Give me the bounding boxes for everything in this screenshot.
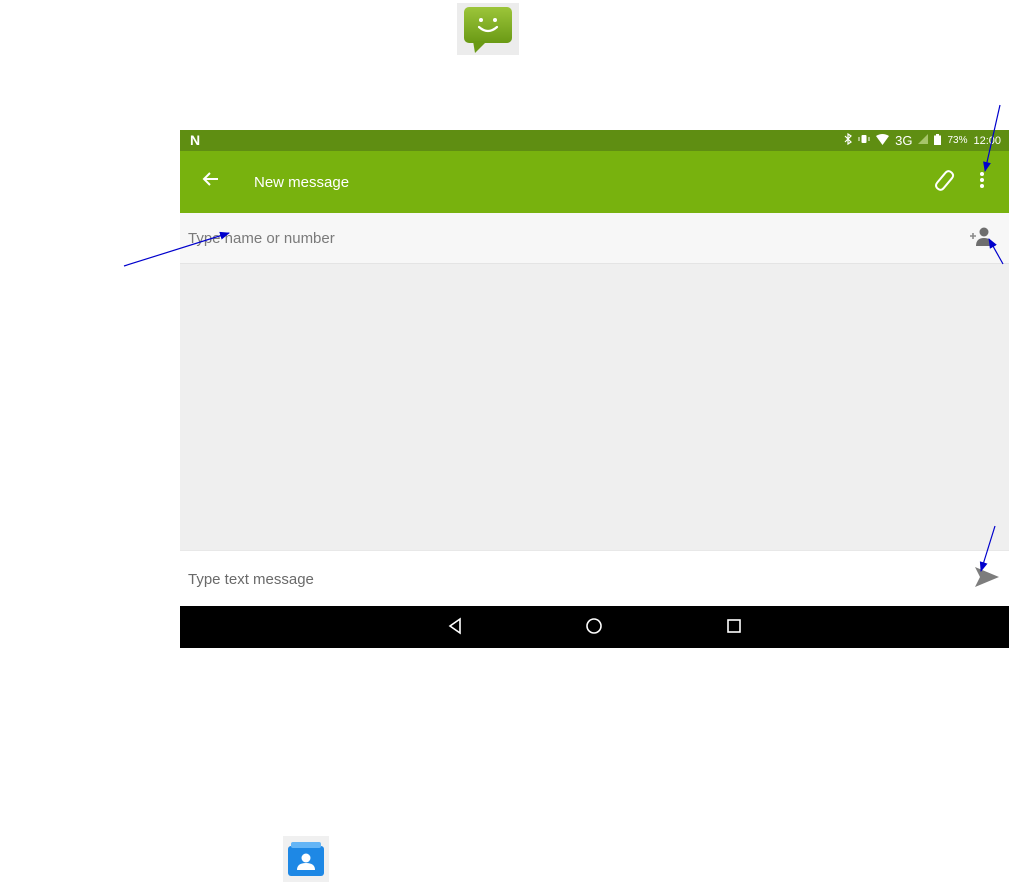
signal-icon: [918, 134, 929, 147]
battery-percent: 73%: [947, 135, 968, 146]
message-input[interactable]: [188, 565, 928, 593]
nav-back-icon[interactable]: [447, 617, 463, 640]
carrier-icon: N: [190, 132, 201, 148]
status-bar: N 3G 73% 12:00: [180, 130, 1009, 151]
vibrate-icon: [858, 134, 870, 147]
phone-screen: N 3G 73% 12:00 New message: [180, 130, 1009, 648]
recipient-input[interactable]: [188, 224, 888, 252]
nav-recents-icon[interactable]: [726, 617, 742, 640]
recipient-row: [180, 213, 1009, 264]
app-bar: New message: [180, 151, 1009, 213]
contacts-app-icon: [283, 836, 329, 882]
clock: 12:00: [973, 134, 1001, 147]
back-arrow-icon[interactable]: [202, 168, 220, 194]
nav-home-icon[interactable]: [585, 617, 603, 640]
battery-icon: [934, 133, 942, 148]
compose-row: [180, 550, 1009, 606]
send-icon[interactable]: [974, 565, 1000, 594]
conversation-area: [180, 264, 1009, 550]
status-icons: 3G 73% 12:00: [844, 132, 1001, 148]
messaging-app-icon: [457, 3, 519, 55]
navigation-bar: [180, 606, 1009, 648]
bluetooth-icon: [844, 132, 853, 148]
add-contact-icon[interactable]: [968, 226, 994, 253]
network-type: 3G: [895, 133, 913, 148]
wifi-icon: [876, 133, 890, 148]
attachment-icon[interactable]: [932, 168, 956, 197]
more-options-icon[interactable]: [980, 172, 984, 190]
page-title: New message: [254, 174, 350, 191]
